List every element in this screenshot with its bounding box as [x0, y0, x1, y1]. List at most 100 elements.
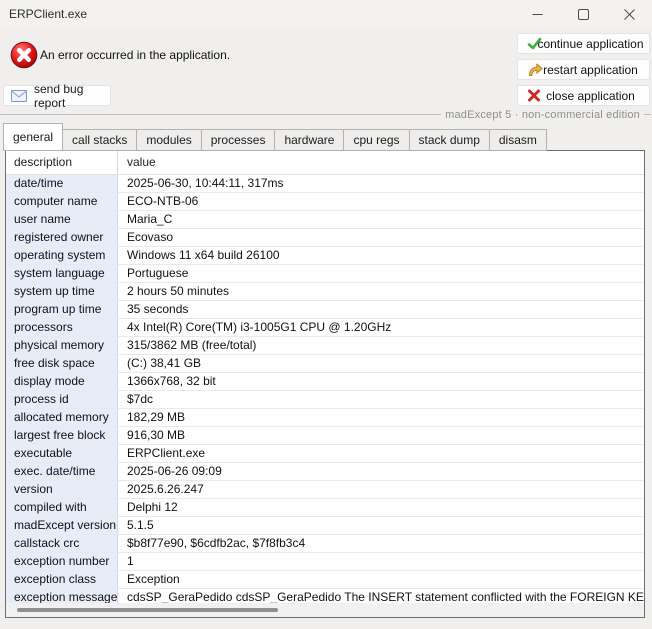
value-cell: 315/3862 MB (free/total) [118, 337, 644, 354]
table-row[interactable]: callstack crc $b8f77e90, $6cdfb2ac, $7f8… [6, 535, 644, 553]
value-cell: Delphi 12 [118, 499, 644, 516]
value-cell: 1 [118, 553, 644, 570]
close-window-icon[interactable] [606, 0, 652, 28]
value-cell: Windows 11 x64 build 26100 [118, 247, 644, 264]
table-row[interactable]: user name Maria_C [6, 211, 644, 229]
description-cell: computer name [6, 193, 118, 210]
horizontal-scrollbar[interactable] [6, 603, 644, 617]
maximize-icon[interactable] [560, 0, 606, 28]
value-cell: 2025.6.26.247 [118, 481, 644, 498]
description-cell: madExcept version [6, 517, 118, 534]
value-cell: 4x Intel(R) Core(TM) i3-1005G1 CPU @ 1.2… [118, 319, 644, 336]
column-header-value: value [118, 151, 644, 174]
table-row[interactable]: program up time 35 seconds [6, 301, 644, 319]
table-row[interactable]: system language Portuguese [6, 265, 644, 283]
description-cell: free disk space [6, 355, 118, 372]
description-cell: program up time [6, 301, 118, 318]
value-cell: Maria_C [118, 211, 644, 228]
table-row[interactable]: computer name ECO-NTB-06 [6, 193, 644, 211]
continue-application-button[interactable]: continue application [517, 33, 650, 54]
window-title: ERPClient.exe [9, 7, 87, 21]
table-row[interactable]: free disk space (C:) 38,41 GB [6, 355, 644, 373]
tab-cpu-regs[interactable]: cpu regs [343, 129, 409, 151]
tab-stack-dump[interactable]: stack dump [409, 129, 490, 151]
description-cell: exception number [6, 553, 118, 570]
tab-processes[interactable]: processes [201, 129, 276, 151]
table-header-row: description value [6, 151, 644, 175]
description-cell: display mode [6, 373, 118, 390]
checkmark-icon [527, 37, 542, 50]
send-bug-report-label: send bug report [34, 82, 110, 110]
table-row[interactable]: exception class Exception [6, 571, 644, 589]
table-body: date/time 2025-06-30, 10:44:11, 317ms co… [6, 175, 644, 607]
table-row[interactable]: largest free block 916,30 MB [6, 427, 644, 445]
value-cell: 2 hours 50 minutes [118, 283, 644, 300]
column-header-description: description [6, 151, 118, 174]
brand-divider: madExcept 5 · non-commercial edition [0, 108, 652, 121]
minimize-icon[interactable] [514, 0, 560, 28]
value-cell: 35 seconds [118, 301, 644, 318]
description-cell: executable [6, 445, 118, 462]
close-application-button[interactable]: close application [517, 85, 650, 106]
table-row[interactable]: operating system Windows 11 x64 build 26… [6, 247, 644, 265]
value-cell: ERPClient.exe [118, 445, 644, 462]
table-row[interactable]: compiled with Delphi 12 [6, 499, 644, 517]
description-cell: user name [6, 211, 118, 228]
tab-bar: generalcall stacksmodulesprocesseshardwa… [3, 123, 547, 151]
value-cell: $b8f77e90, $6cdfb2ac, $7f8fb3c4 [118, 535, 644, 552]
table-row[interactable]: allocated memory 182,29 MB [6, 409, 644, 427]
send-bug-report-button[interactable]: send bug report [3, 85, 111, 106]
table-row[interactable]: version 2025.6.26.247 [6, 481, 644, 499]
table-row[interactable]: registered owner Ecovaso [6, 229, 644, 247]
error-message: An error occurred in the application. [40, 45, 230, 65]
table-row[interactable]: madExcept version 5.1.5 [6, 517, 644, 535]
value-cell: 182,29 MB [118, 409, 644, 426]
value-cell: (C:) 38,41 GB [118, 355, 644, 372]
description-cell: physical memory [6, 337, 118, 354]
description-cell: compiled with [6, 499, 118, 516]
restart-arrow-icon [527, 62, 543, 77]
scrollbar-thumb[interactable] [17, 608, 278, 612]
description-cell: version [6, 481, 118, 498]
description-cell: largest free block [6, 427, 118, 444]
value-cell: 5.1.5 [118, 517, 644, 534]
description-cell: operating system [6, 247, 118, 264]
value-cell: ECO-NTB-06 [118, 193, 644, 210]
table-row[interactable]: date/time 2025-06-30, 10:44:11, 317ms [6, 175, 644, 193]
tab-disasm[interactable]: disasm [489, 129, 547, 151]
divider-line [644, 114, 651, 115]
value-cell: Portuguese [118, 265, 644, 282]
restart-application-button[interactable]: restart application [517, 59, 650, 80]
description-cell: system language [6, 265, 118, 282]
red-x-icon [527, 89, 541, 102]
description-cell: exec. date/time [6, 463, 118, 480]
error-icon [10, 41, 38, 69]
description-cell: callstack crc [6, 535, 118, 552]
value-cell: 2025-06-30, 10:44:11, 317ms [118, 175, 644, 192]
table-row[interactable]: exception number 1 [6, 553, 644, 571]
envelope-icon [11, 90, 27, 102]
table-row[interactable]: system up time 2 hours 50 minutes [6, 283, 644, 301]
table-row[interactable]: display mode 1366x768, 32 bit [6, 373, 644, 391]
description-cell: process id [6, 391, 118, 408]
table-row[interactable]: exec. date/time 2025-06-26 09:09 [6, 463, 644, 481]
tab-modules[interactable]: modules [136, 129, 201, 151]
brand-text: madExcept 5 · non-commercial edition [441, 109, 644, 121]
tab-hardware[interactable]: hardware [274, 129, 344, 151]
error-dialog-window: ERPClient.exe An [0, 0, 652, 629]
description-cell: system up time [6, 283, 118, 300]
description-cell: date/time [6, 175, 118, 192]
value-cell: 2025-06-26 09:09 [118, 463, 644, 480]
tab-general[interactable]: general [3, 123, 63, 151]
value-cell: 916,30 MB [118, 427, 644, 444]
table-row[interactable]: physical memory 315/3862 MB (free/total) [6, 337, 644, 355]
titlebar: ERPClient.exe [0, 0, 652, 28]
table-row[interactable]: processors 4x Intel(R) Core(TM) i3-1005G… [6, 319, 644, 337]
tab-call-stacks[interactable]: call stacks [62, 129, 137, 151]
divider-line [0, 114, 441, 115]
general-info-table: description value date/time 2025-06-30, … [5, 150, 645, 618]
table-row[interactable]: executable ERPClient.exe [6, 445, 644, 463]
table-row[interactable]: process id $7dc [6, 391, 644, 409]
value-cell: $7dc [118, 391, 644, 408]
description-cell: registered owner [6, 229, 118, 246]
